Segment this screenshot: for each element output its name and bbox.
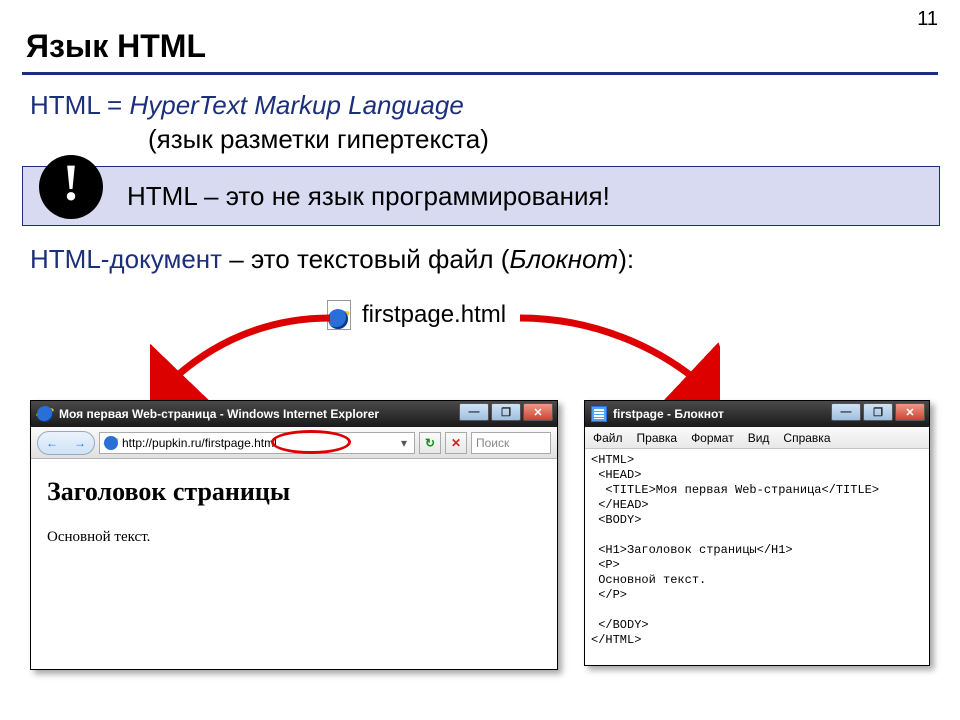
notepad-window: firstpage - Блокнот — ❐ ✕ Файл Правка Фо… xyxy=(584,400,930,666)
browser-toolbar: ← → http://pupkin.ru/firstpage.html ▾ ↻ … xyxy=(31,427,557,459)
address-bar[interactable]: http://pupkin.ru/firstpage.html ▾ xyxy=(99,432,415,454)
search-box[interactable]: Поиск xyxy=(471,432,551,454)
browser-title-text: Моя первая Web-страница - Windows Intern… xyxy=(59,407,379,421)
document-description: HTML-документ – это текстовый файл (Блок… xyxy=(30,244,634,275)
page-paragraph: Основной текст. xyxy=(47,529,541,546)
callout-text: HTML – это не язык программирования! xyxy=(127,181,610,212)
page-number: 11 xyxy=(917,8,938,31)
close-button[interactable]: ✕ xyxy=(523,403,553,421)
address-dropdown-icon[interactable]: ▾ xyxy=(398,436,410,450)
menu-edit[interactable]: Правка xyxy=(637,431,678,445)
callout-box: ! HTML – это не язык программирования! xyxy=(22,166,940,226)
forward-icon: → xyxy=(74,436,86,450)
title-underline xyxy=(22,72,938,75)
file-name: firstpage.html xyxy=(362,301,506,329)
browser-window: Моя первая Web-страница - Windows Intern… xyxy=(30,400,558,670)
doc-line-term: HTML-документ xyxy=(30,244,222,274)
doc-line-close: ): xyxy=(618,244,634,274)
definition-line-2: (язык разметки гипертекста) xyxy=(148,124,489,155)
notepad-icon xyxy=(591,406,607,422)
browser-content: Заголовок страницы Основной текст. xyxy=(31,459,557,669)
maximize-button[interactable]: ❐ xyxy=(491,403,521,421)
menu-help[interactable]: Справка xyxy=(783,431,830,445)
minimize-button[interactable]: — xyxy=(459,403,489,421)
doc-line-app: Блокнот xyxy=(509,244,618,274)
url-text: http://pupkin.ru/firstpage.html xyxy=(122,436,394,450)
file-reference: firstpage.html xyxy=(324,300,506,330)
definition-prefix: HTML = xyxy=(30,90,129,120)
back-icon: ← xyxy=(46,436,58,450)
close-button[interactable]: ✕ xyxy=(895,403,925,421)
page-heading: Заголовок страницы xyxy=(47,477,541,507)
refresh-button[interactable]: ↻ xyxy=(419,432,441,454)
arrow-right-icon xyxy=(510,310,720,410)
slide-title: Язык HTML xyxy=(26,28,206,65)
menu-view[interactable]: Вид xyxy=(748,431,770,445)
stop-button[interactable]: ✕ xyxy=(445,432,467,454)
definition-english: HyperText Markup Language xyxy=(129,90,463,120)
exclamation-icon: ! xyxy=(39,155,103,219)
notepad-menubar: Файл Правка Формат Вид Справка xyxy=(585,427,929,449)
browser-titlebar: Моя первая Web-страница - Windows Intern… xyxy=(31,401,557,427)
menu-file[interactable]: Файл xyxy=(593,431,623,445)
notepad-titlebar: firstpage - Блокнот — ❐ ✕ xyxy=(585,401,929,427)
notepad-title-text: firstpage - Блокнот xyxy=(613,407,724,421)
minimize-button[interactable]: — xyxy=(831,403,861,421)
arrow-left-icon xyxy=(150,310,340,410)
notepad-content[interactable]: <HTML> <HEAD> <TITLE>Моя первая Web-стра… xyxy=(585,449,929,665)
nav-buttons[interactable]: ← → xyxy=(37,431,95,455)
menu-format[interactable]: Формат xyxy=(691,431,734,445)
definition-line-1: HTML = HyperText Markup Language xyxy=(30,90,464,121)
doc-line-mid: – это текстовый файл ( xyxy=(222,244,509,274)
ie-icon xyxy=(37,406,53,422)
search-placeholder: Поиск xyxy=(476,436,509,450)
maximize-button[interactable]: ❐ xyxy=(863,403,893,421)
ie-favicon-icon xyxy=(104,436,118,450)
